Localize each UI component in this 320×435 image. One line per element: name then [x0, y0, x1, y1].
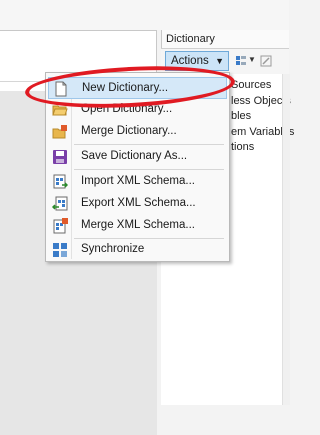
export-xml-icon	[52, 196, 68, 211]
edit-icon[interactable]	[260, 55, 272, 67]
menu-item-label: Synchronize	[81, 243, 145, 255]
menu-item-export-xml-schema[interactable]: Export XML Schema...	[48, 193, 227, 215]
vertical-scrollbar[interactable]	[282, 74, 290, 405]
sync-icon	[53, 243, 67, 257]
chevron-down-icon[interactable]: ▼	[248, 55, 256, 64]
actions-label: Actions	[171, 55, 209, 67]
merge-folder-icon	[52, 125, 67, 139]
menu-item-label: Import XML Schema...	[81, 175, 195, 187]
window-top-strip	[0, 0, 289, 30]
menu-separator	[74, 144, 224, 145]
menu-item-synchronize[interactable]: Synchronize	[48, 239, 227, 261]
menu-item-save-dictionary-as[interactable]: Save Dictionary As...	[48, 146, 227, 168]
menu-item-merge-dictionary[interactable]: Merge Dictionary...	[48, 121, 227, 143]
save-icon	[53, 150, 67, 164]
merge-xml-icon	[53, 218, 68, 234]
tree-item[interactable]: Sources	[231, 79, 271, 91]
menu-item-label: Merge Dictionary...	[81, 125, 177, 137]
add-item-icon[interactable]	[235, 55, 247, 67]
menu-item-label: Export XML Schema...	[81, 197, 196, 209]
chevron-down-icon: ▼	[215, 56, 224, 66]
import-xml-icon	[53, 174, 68, 189]
menu-item-import-xml-schema[interactable]: Import XML Schema...	[48, 171, 227, 193]
menu-item-label: Merge XML Schema...	[81, 219, 195, 231]
tree-item[interactable]: bles	[231, 110, 251, 122]
menu-separator	[74, 169, 224, 170]
dictionary-panel-title: Dictionary	[166, 33, 215, 45]
menu-item-merge-xml-schema[interactable]: Merge XML Schema...	[48, 215, 227, 237]
tree-item[interactable]: tions	[231, 141, 254, 153]
menu-item-label: Save Dictionary As...	[81, 150, 188, 162]
